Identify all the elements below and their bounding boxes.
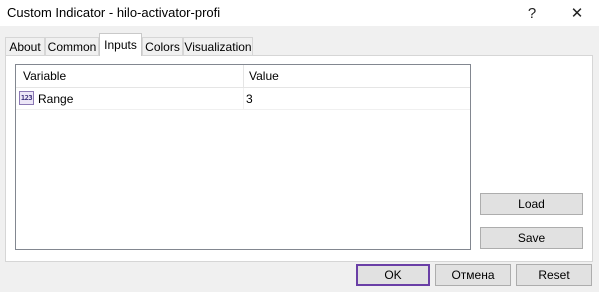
reset-button[interactable]: Reset <box>516 264 592 286</box>
ok-button[interactable]: OK <box>356 264 430 286</box>
window-title: Custom Indicator - hilo-activator-profi <box>7 5 221 20</box>
column-divider[interactable] <box>243 65 244 87</box>
tab-visualization[interactable]: Visualization <box>183 37 253 55</box>
column-header-value[interactable]: Value <box>249 69 279 83</box>
variable-name: Range <box>38 92 74 106</box>
cancel-button[interactable]: Отмена <box>435 264 511 286</box>
tab-label: Inputs <box>104 38 137 52</box>
table-row[interactable]: 123 Range 3 <box>16 88 470 110</box>
help-button[interactable]: ? <box>514 0 550 26</box>
help-icon: ? <box>527 4 537 22</box>
int-type-icon: 123 <box>19 91 34 105</box>
tab-label: Colors <box>145 39 180 54</box>
load-button[interactable]: Load <box>480 193 583 215</box>
tab-colors[interactable]: Colors <box>142 37 183 55</box>
tab-about[interactable]: About <box>5 37 45 55</box>
tab-common[interactable]: Common <box>45 37 99 55</box>
cancel-button-label: Отмена <box>451 268 495 282</box>
column-header-variable[interactable]: Variable <box>23 69 66 83</box>
table-header: Variable Value <box>16 65 470 88</box>
save-button[interactable]: Save <box>480 227 583 249</box>
variable-value[interactable]: 3 <box>246 92 253 106</box>
close-button[interactable]: ✕ <box>559 0 595 26</box>
close-icon: ✕ <box>570 5 584 22</box>
title-bar: Custom Indicator - hilo-activator-profi … <box>0 0 599 26</box>
load-button-label: Load <box>518 197 545 211</box>
tab-label: Visualization <box>184 39 252 54</box>
tab-inputs[interactable]: Inputs <box>99 33 142 56</box>
inputs-table[interactable]: Variable Value 123 Range 3 <box>15 64 471 250</box>
cell-divider <box>243 88 244 109</box>
tab-label: About <box>9 39 41 54</box>
ok-button-label: OK <box>384 268 402 282</box>
save-button-label: Save <box>517 231 546 245</box>
reset-button-label: Reset <box>538 268 570 282</box>
tab-label: Common <box>47 39 97 54</box>
